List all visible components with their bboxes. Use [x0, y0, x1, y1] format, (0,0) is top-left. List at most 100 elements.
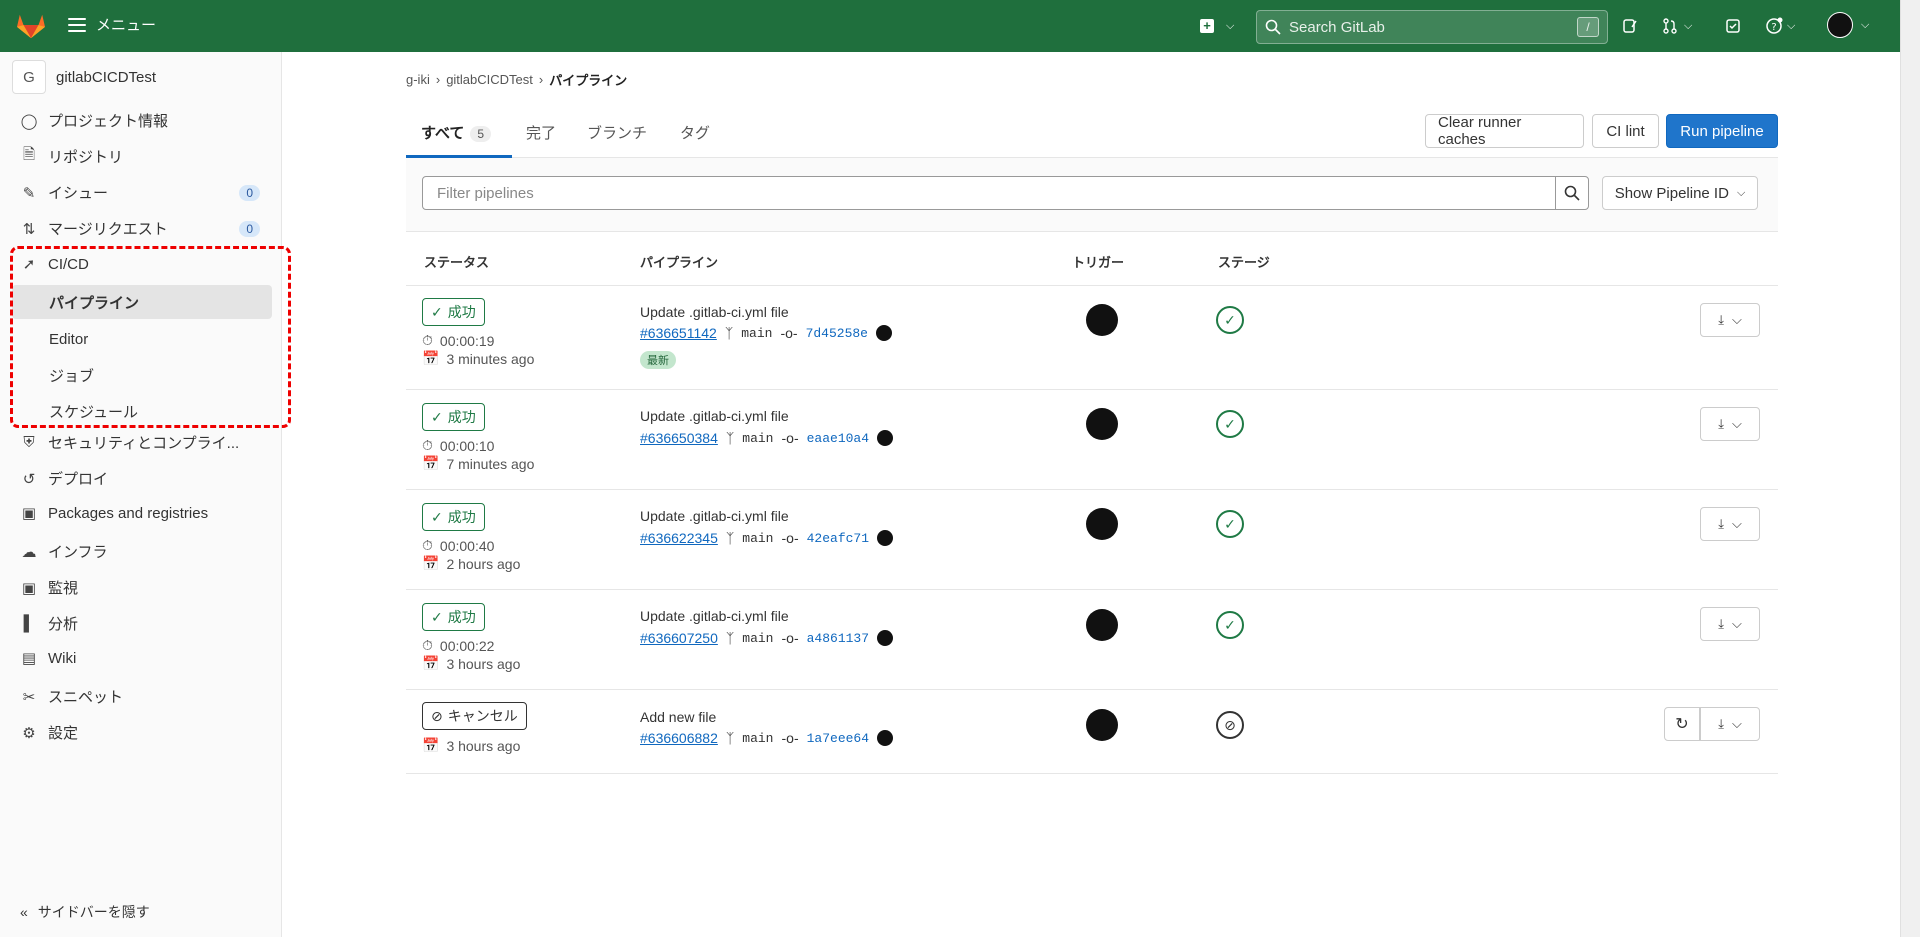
pipeline-id-link[interactable]: #636651142 [640, 325, 717, 341]
branch-name[interactable]: main [741, 326, 772, 341]
sidebar-item-label: デプロイ [48, 471, 109, 488]
sidebar-item-project-info[interactable]: ◯ プロジェクト情報 [20, 110, 260, 131]
sidebar-item-settings[interactable]: ⚙ 設定 [20, 722, 260, 743]
tab-branches[interactable]: ブランチ [587, 122, 647, 143]
pipeline-id-link[interactable]: #636622345 [640, 530, 718, 546]
commit-sha[interactable]: a4861137 [807, 631, 869, 646]
commit-sha[interactable]: eaae10a4 [807, 431, 869, 446]
sidebar-item-infrastructure[interactable]: ☁ インフラ [20, 541, 260, 562]
hide-sidebar-button[interactable]: « サイドバーを隠す [20, 902, 150, 922]
trigger-avatar[interactable] [1086, 508, 1118, 540]
sidebar-item-merge-requests[interactable]: ⇅ マージリクエスト 0 [20, 218, 260, 239]
download-artifacts-dropdown[interactable]: ⤓ ⌵ [1700, 607, 1760, 641]
duration-value: 00:00:10 [439, 437, 495, 454]
breadcrumb-project[interactable]: gitlabCICDTest [446, 72, 533, 87]
download-artifacts-dropdown[interactable]: ⤓ ⌵ [1700, 707, 1760, 741]
branch-name[interactable]: main [742, 431, 773, 446]
commit-title[interactable]: Update .gitlab-ci.yml file [640, 304, 789, 320]
trigger-avatar[interactable] [1086, 304, 1118, 336]
sidebar-item-label: セキュリティとコンプライ... [48, 435, 240, 452]
chevron-down-icon: ⌵ [1731, 416, 1742, 431]
stage-passed-icon[interactable]: ✓ [1216, 410, 1244, 438]
commit-sha[interactable]: 7d45258e [806, 326, 868, 341]
branch-name[interactable]: main [742, 531, 773, 546]
status-badge[interactable]: ✓ 成功 [422, 503, 485, 531]
commit-title[interactable]: Update .gitlab-ci.yml file [640, 408, 789, 424]
commit-author-avatar[interactable] [877, 630, 894, 646]
download-icon: ⤓ [1718, 616, 1724, 631]
sidebar-item-snippets[interactable]: ✂ スニペット [20, 686, 260, 707]
help-icon: ? [1766, 17, 1783, 34]
menu-button[interactable]: メニュー [68, 14, 156, 35]
download-artifacts-dropdown[interactable]: ⤓ ⌵ [1700, 507, 1760, 541]
download-artifacts-dropdown[interactable]: ⤓ ⌵ [1700, 407, 1760, 441]
sidebar-item-monitor[interactable]: ▣ 監視 [20, 577, 260, 598]
status-badge[interactable]: ⊘ キャンセル [422, 702, 527, 730]
stage-passed-icon[interactable]: ✓ [1216, 611, 1244, 639]
pipeline-links: #636651142 ᛉ main -o- 7d45258e [640, 325, 892, 341]
merge-requests-dropdown[interactable]: ⌵ [1662, 14, 1692, 38]
todos-shortcut[interactable] [1725, 14, 1741, 38]
commit-sha[interactable]: 42eafc71 [807, 531, 869, 546]
user-avatar [1827, 12, 1853, 38]
commit-title[interactable]: Update .gitlab-ci.yml file [640, 508, 789, 524]
sidebar-item-packages[interactable]: ▣ Packages and registries [20, 504, 260, 523]
branch-name[interactable]: main [742, 731, 773, 746]
pipeline-links: #636607250 ᛉ main -o-a4861137 [640, 630, 894, 646]
tab-finished[interactable]: 完了 [526, 122, 556, 143]
run-pipeline-button[interactable]: Run pipeline [1666, 114, 1778, 148]
svg-text:?: ? [1771, 22, 1776, 33]
commit-title[interactable]: Add new file [640, 709, 716, 725]
project-header[interactable]: G gitlabCICDTest [12, 60, 156, 94]
commit-icon: -o- [781, 430, 799, 446]
show-pipeline-id-dropdown[interactable]: Show Pipeline ID ⌵ [1602, 176, 1758, 210]
user-menu[interactable]: ⌵ [1827, 12, 1869, 38]
search-input[interactable]: Search GitLab / [1256, 10, 1608, 44]
commit-sha[interactable]: 1a7eee64 [807, 731, 869, 746]
status-badge[interactable]: ✓ 成功 [422, 603, 485, 631]
new-item-dropdown[interactable]: + ⌵ [1200, 14, 1234, 38]
commit-author-avatar[interactable] [877, 730, 894, 746]
trigger-avatar[interactable] [1086, 408, 1118, 440]
stage-passed-icon[interactable]: ✓ [1216, 510, 1244, 538]
status-badge[interactable]: ✓ 成功 [422, 298, 485, 326]
commit-author-avatar[interactable] [877, 430, 894, 446]
pipeline-id-link[interactable]: #636607250 [640, 630, 718, 646]
branch-name[interactable]: main [742, 631, 773, 646]
pipeline-id-link[interactable]: #636650384 [640, 430, 718, 446]
commit-title[interactable]: Update .gitlab-ci.yml file [640, 608, 789, 624]
chart-icon: ▌ [23, 615, 35, 632]
clear-runner-caches-button[interactable]: Clear runner caches [1425, 114, 1584, 148]
retry-button[interactable]: ↻ [1664, 707, 1700, 741]
pipeline-id-link[interactable]: #636606882 [640, 730, 718, 746]
window-scrollbar[interactable] [1900, 0, 1920, 937]
download-icon: ⤓ [1718, 716, 1724, 731]
filter-pipelines-input[interactable]: Filter pipelines [422, 176, 1564, 210]
sidebar-item-analytics[interactable]: ▌ 分析 [20, 613, 260, 634]
book-icon: ▤ [21, 650, 37, 667]
ci-lint-button[interactable]: CI lint [1592, 114, 1659, 148]
sidebar-item-issues[interactable]: ✎ イシュー 0 [20, 182, 260, 203]
commit-author-avatar[interactable] [876, 325, 892, 341]
stage-passed-icon[interactable]: ✓ [1216, 306, 1244, 334]
sidebar-item-repository[interactable]: 🗎 リポジトリ [20, 146, 260, 167]
trigger-avatar[interactable] [1086, 609, 1118, 641]
download-artifacts-dropdown[interactable]: ⤓ ⌵ [1700, 303, 1760, 337]
gitlab-logo-icon[interactable] [14, 12, 48, 40]
commit-author-avatar[interactable] [877, 530, 894, 546]
sidebar-item-wiki[interactable]: ▤ Wiki [20, 649, 260, 668]
filter-search-button[interactable] [1555, 176, 1589, 210]
stage-canceled-icon[interactable]: ⊘ [1216, 711, 1244, 739]
tab-all[interactable]: すべて 5 [421, 122, 492, 143]
tab-tags[interactable]: タグ [680, 122, 710, 143]
sidebar-item-label: リポジトリ [48, 149, 124, 166]
help-dropdown[interactable]: ? ⌵ [1765, 14, 1795, 38]
sidebar-item-security[interactable]: ⛨ セキュリティとコンプライ... [20, 432, 260, 453]
sidebar-item-label: 監視 [48, 580, 79, 597]
status-badge[interactable]: ✓ 成功 [422, 403, 485, 431]
breadcrumb-current[interactable]: パイプライン [549, 70, 627, 89]
issues-shortcut[interactable] [1622, 14, 1638, 38]
breadcrumb-group[interactable]: g-iki [406, 72, 430, 87]
sidebar-item-deploy[interactable]: ↺ デプロイ [20, 468, 260, 489]
trigger-avatar[interactable] [1086, 709, 1118, 741]
